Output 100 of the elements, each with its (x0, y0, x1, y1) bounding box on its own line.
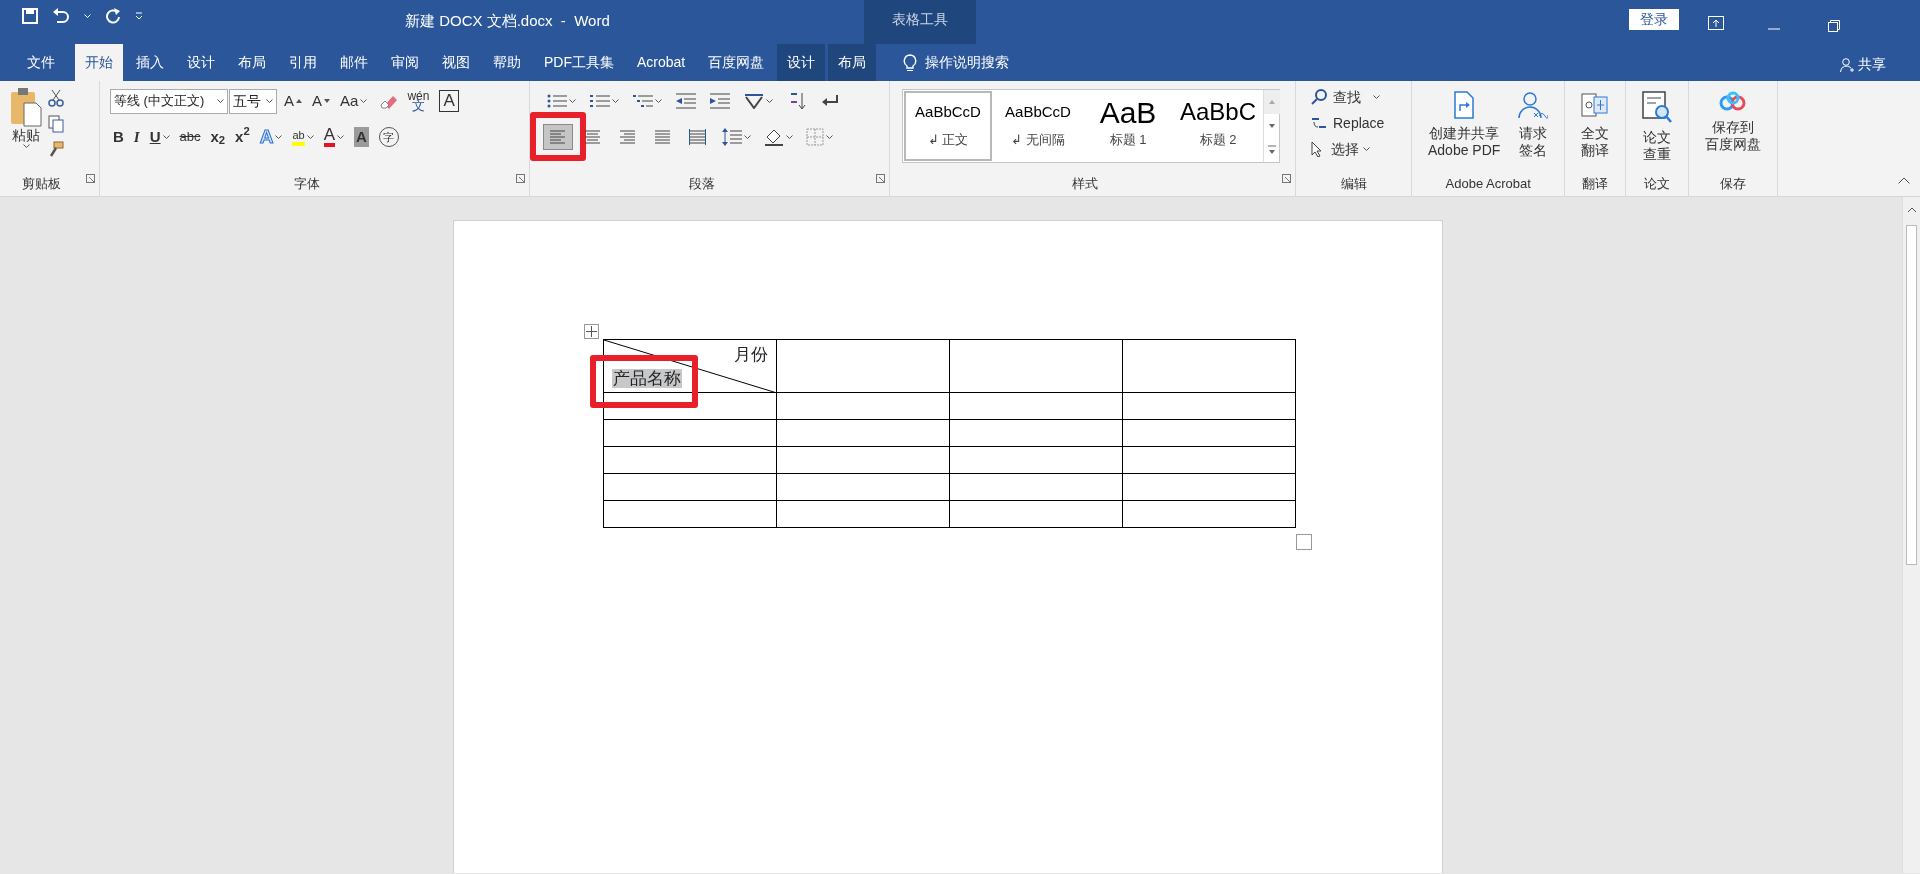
save-icon[interactable] (22, 8, 38, 24)
clipboard-icon (10, 87, 42, 127)
document-magnifier-icon (1642, 91, 1673, 123)
dialog-launcher-icon[interactable] (876, 174, 885, 184)
decrease-indent-button[interactable] (673, 91, 699, 111)
copy-icon[interactable] (48, 115, 64, 133)
request-signature-button[interactable]: 请求 签名 (1512, 85, 1555, 174)
group-label: 样式 (1070, 175, 1099, 193)
table-move-handle-icon[interactable] (584, 324, 599, 340)
share-button[interactable]: 共享 (1834, 53, 1892, 76)
undo-icon[interactable] (52, 8, 70, 24)
restore-icon[interactable] (1828, 19, 1840, 32)
group-label: 论文 (1643, 175, 1672, 193)
replace-button[interactable]: Replace (1308, 111, 1388, 135)
down-caret-icon (324, 99, 331, 103)
save-to-cloud-button[interactable]: 保存到 百度网盘 (1699, 85, 1768, 174)
paper-check-button[interactable]: 论文 查重 (1636, 85, 1679, 174)
italic-button[interactable]: I (130, 125, 143, 149)
table-resize-handle-icon[interactable] (1296, 533, 1312, 550)
ribbon-tab[interactable]: Acrobat (627, 44, 696, 81)
select-button[interactable]: 选择 (1308, 137, 1388, 161)
caret-icon[interactable] (360, 99, 368, 103)
line-spacing-button[interactable] (719, 126, 754, 148)
caret-icon[interactable] (766, 99, 773, 103)
caret-icon[interactable] (162, 135, 170, 139)
ribbon-tab[interactable]: 百度网盘 (698, 44, 775, 81)
customize-icon[interactable] (135, 12, 143, 20)
ribbon-tab[interactable]: 插入 (126, 44, 174, 81)
paste-button[interactable]: 粘贴 (4, 85, 48, 174)
create-pdf-button[interactable]: 创建并共享 Adobe PDF (1422, 85, 1507, 174)
group-label: 字体 (292, 175, 321, 193)
font-size-field[interactable]: 五号 (229, 88, 277, 114)
signature-icon (1518, 91, 1549, 119)
font-name-field[interactable]: 等线 (中文正文) (110, 88, 228, 114)
ribbon-tab[interactable]: PDF工具集 (534, 44, 624, 81)
caret-icon[interactable] (1363, 147, 1370, 151)
multilevel-list-icon (633, 93, 653, 109)
dialog-launcher-icon[interactable] (86, 174, 95, 184)
dialog-launcher-icon[interactable] (1282, 174, 1291, 184)
character-shading-button[interactable]: A (351, 125, 372, 149)
caret-icon[interactable] (1373, 95, 1380, 99)
phonetic-guide-button[interactable]: wén 文 (404, 89, 433, 113)
style-item[interactable]: AaBbCcD ↲ 正文 (903, 90, 993, 162)
group-label: Adobe Acrobat (1444, 175, 1532, 193)
ribbon-tab[interactable]: 布局 (828, 44, 877, 81)
format-painter-icon[interactable] (48, 141, 64, 157)
font-color-button[interactable]: A (320, 125, 348, 149)
subscript-button[interactable]: x$_{2}$ (207, 125, 229, 149)
translate-button[interactable]: 全文 翻译 (1575, 85, 1616, 174)
highlight-button[interactable]: ab (289, 126, 317, 148)
superscript-button[interactable]: x$^{2}$ (232, 125, 253, 149)
caret-icon[interactable] (744, 135, 751, 139)
character-border-button[interactable]: A (436, 88, 462, 114)
minimize-icon[interactable] (1768, 27, 1780, 30)
ribbon-tab[interactable]: 设计 (777, 44, 826, 81)
caret-icon[interactable] (217, 99, 224, 103)
vertical-scrollbar[interactable] (1902, 197, 1920, 873)
caret-icon[interactable] (306, 135, 314, 139)
caret-icon[interactable] (655, 99, 662, 103)
ribbon-tab[interactable]: 帮助 (483, 44, 531, 81)
caret-icon[interactable] (826, 135, 833, 139)
ribbon-tab[interactable]: 审阅 (381, 44, 429, 81)
strikethrough-button[interactable]: abc (176, 125, 204, 149)
tell-me-search[interactable]: 操作说明搜索 (897, 44, 1016, 81)
ribbon-tab[interactable]: 设计 (177, 44, 225, 81)
collapse-ribbon-icon[interactable] (1898, 177, 1910, 185)
grow-font-button[interactable]: A (281, 89, 305, 113)
dialog-launcher-icon[interactable] (516, 174, 525, 184)
change-case-button[interactable]: Aa (337, 89, 371, 113)
caret-icon[interactable] (612, 99, 619, 103)
login-button[interactable]: 登录 (1629, 9, 1679, 30)
increase-indent-button[interactable] (707, 91, 733, 111)
up-caret-icon (296, 99, 302, 103)
ribbon-tab[interactable]: 引用 (279, 44, 327, 81)
shrink-font-button[interactable]: A (309, 89, 334, 113)
underline-button[interactable]: U (146, 125, 173, 149)
caret-icon[interactable] (337, 135, 345, 139)
ribbon-display-icon[interactable] (1708, 15, 1724, 30)
align-lines-icon (584, 129, 602, 145)
cut-icon[interactable] (48, 89, 64, 107)
caret-icon[interactable] (786, 135, 793, 139)
scrollbar-thumb[interactable] (1906, 225, 1917, 565)
ribbon-tab[interactable]: 开始 (75, 44, 123, 81)
borders-icon (806, 128, 824, 146)
ribbon-tab[interactable]: 布局 (228, 44, 276, 81)
ribbon-tab[interactable]: 文件 (17, 44, 65, 81)
translate-icon (1581, 91, 1610, 119)
ribbon-tab[interactable]: 邮件 (330, 44, 378, 81)
caret-icon[interactable] (275, 135, 283, 139)
caret-icon[interactable] (22, 144, 30, 148)
align-lines-icon (654, 129, 672, 145)
find-button[interactable]: 查找 (1308, 85, 1388, 109)
caret-icon[interactable] (266, 99, 273, 103)
caret-icon[interactable] (569, 99, 576, 103)
document-share-icon (1452, 91, 1477, 119)
scroll-up-icon[interactable] (1906, 206, 1917, 213)
ribbon-tab[interactable]: 视图 (432, 44, 480, 81)
replace-icon (1311, 115, 1327, 131)
redo-icon[interactable] (105, 8, 121, 24)
bold-button[interactable]: B (110, 125, 127, 149)
